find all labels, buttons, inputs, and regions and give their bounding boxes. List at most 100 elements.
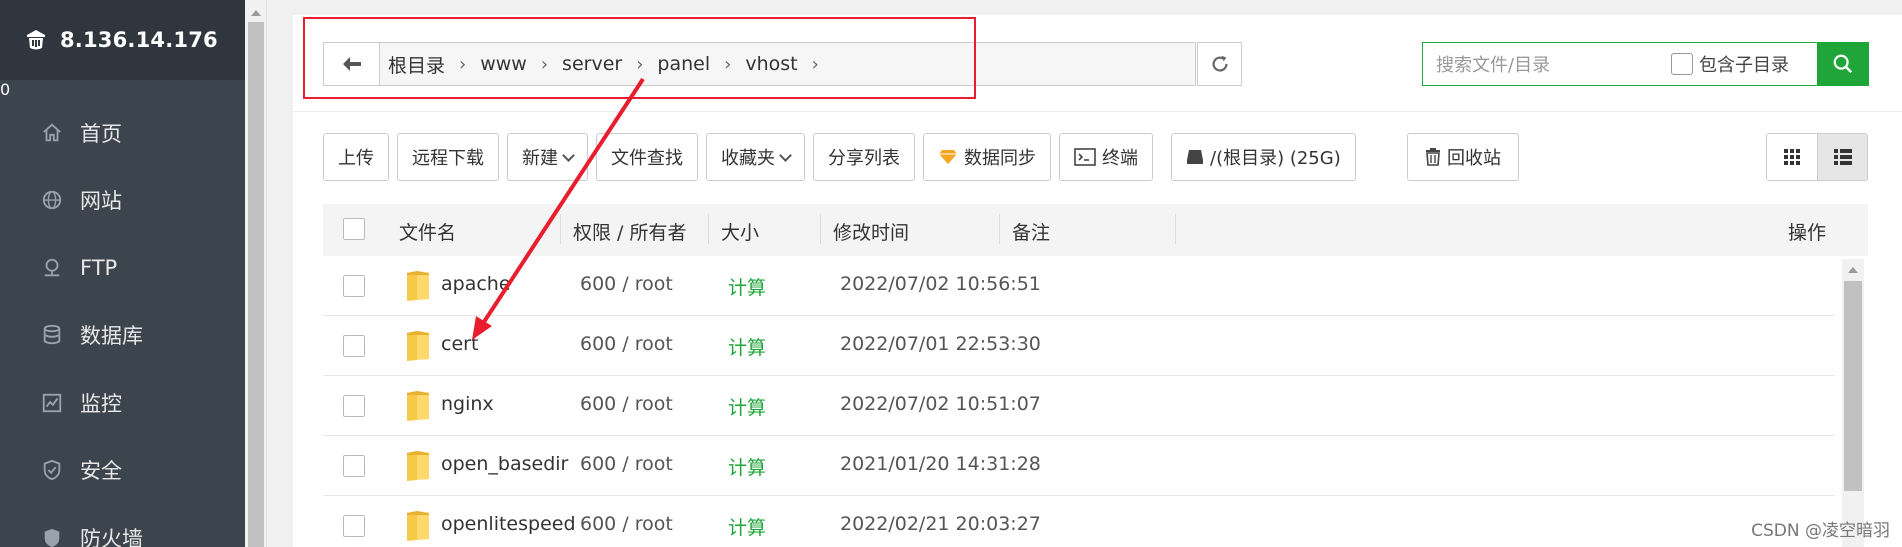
page-scrollbar[interactable] — [245, 0, 267, 547]
search-icon — [1833, 54, 1853, 74]
sidebar-item-database[interactable]: 数据库 — [0, 302, 245, 370]
table-row[interactable]: cert 600 / root 计算 2022/07/01 22:53:30 — [323, 316, 1835, 376]
terminal-icon — [1074, 148, 1096, 166]
row-checkbox[interactable] — [343, 335, 365, 357]
col-header-name[interactable]: 文件名 — [399, 218, 456, 245]
grid-view-button[interactable] — [1767, 134, 1817, 180]
disk-icon — [1187, 150, 1203, 164]
trash-icon — [1426, 148, 1440, 166]
upload-button[interactable]: 上传 — [323, 133, 389, 181]
data-sync-button[interactable]: 数据同步 — [923, 133, 1051, 181]
file-permission[interactable]: 600 / root — [580, 273, 673, 295]
file-permission[interactable]: 600 / root — [580, 333, 673, 355]
row-checkbox[interactable] — [343, 395, 365, 417]
row-checkbox[interactable] — [343, 275, 365, 297]
grid-icon — [1784, 149, 1800, 165]
refresh-button[interactable] — [1197, 42, 1242, 86]
table-row[interactable]: open_basedir 600 / root 计算 2021/01/20 14… — [323, 436, 1835, 496]
col-header-perm[interactable]: 权限 / 所有者 — [573, 218, 686, 245]
globe-icon — [42, 191, 62, 210]
file-name[interactable]: open_basedir — [441, 453, 568, 475]
file-list: apache 600 / root 计算 2022/07/02 10:56:51… — [323, 256, 1835, 547]
diamond-icon — [939, 150, 957, 164]
sidebar-item-label: 首页 — [80, 121, 122, 146]
table-header: 文件名 权限 / 所有者 大小 修改时间 备注 操作 — [323, 204, 1868, 256]
sidebar-item-label: 防火墙 — [80, 526, 143, 547]
include-subdir-checkbox[interactable] — [1671, 53, 1693, 75]
favorites-dropdown-button[interactable]: 收藏夹 — [706, 133, 805, 181]
search-box: 搜索文件/目录 包含子目录 — [1422, 42, 1869, 86]
sidebar-item-label: 监控 — [80, 391, 122, 416]
row-checkbox[interactable] — [343, 515, 365, 537]
file-mtime: 2022/07/02 10:56:51 — [840, 273, 1041, 295]
remote-download-button[interactable]: 远程下载 — [397, 133, 499, 181]
chevron-down-icon — [779, 148, 792, 162]
ftp-icon — [44, 258, 60, 276]
right-toolbar: 回收站 — [1407, 133, 1527, 181]
sidebar-item-label: 安全 — [80, 459, 122, 484]
row-checkbox[interactable] — [343, 455, 365, 477]
sidebar-item-home[interactable]: 首页 — [0, 99, 245, 167]
scrollbar-thumb[interactable] — [1844, 281, 1862, 491]
disk-button[interactable]: /(根目录) (25G) — [1171, 133, 1356, 181]
file-size-calc[interactable]: 计算 — [728, 513, 766, 540]
divider — [293, 111, 1902, 112]
file-permission[interactable]: 600 / root — [580, 513, 673, 535]
share-list-button[interactable]: 分享列表 — [813, 133, 915, 181]
recycle-bin-button[interactable]: 回收站 — [1407, 133, 1519, 181]
terminal-button[interactable]: 终端 — [1059, 133, 1153, 181]
sidebar-item-ftp[interactable]: FTP — [0, 234, 245, 302]
column-divider — [1175, 214, 1176, 244]
file-size-calc[interactable]: 计算 — [728, 333, 766, 360]
table-scrollbar[interactable] — [1842, 259, 1864, 547]
file-find-button[interactable]: 文件查找 — [596, 133, 698, 181]
scroll-up-arrow-icon[interactable] — [251, 10, 261, 16]
scrollbar-thumb[interactable] — [248, 22, 264, 547]
col-header-size[interactable]: 大小 — [721, 218, 759, 245]
server-ip: 8.136.14.176 — [60, 28, 218, 52]
sidebar-item-websites[interactable]: 网站 — [0, 167, 245, 235]
file-mtime: 2021/01/20 14:31:28 — [840, 453, 1041, 475]
new-dropdown-button[interactable]: 新建 — [507, 133, 588, 181]
file-size-calc[interactable]: 计算 — [728, 273, 766, 300]
sidebar-item-firewall[interactable]: 防火墙 — [0, 504, 245, 547]
column-divider — [708, 214, 709, 244]
scroll-up-arrow-icon[interactable] — [1848, 267, 1858, 273]
select-all-checkbox[interactable] — [343, 218, 365, 240]
sidebar-item-label: 网站 — [80, 189, 122, 214]
view-toggle — [1766, 133, 1868, 181]
shield-icon — [43, 460, 61, 481]
folder-icon — [407, 331, 429, 361]
table-row[interactable]: openlitespeed 600 / root 计算 2022/02/21 2… — [323, 496, 1835, 547]
table-row[interactable]: apache 600 / root 计算 2022/07/02 10:56:51 — [323, 256, 1835, 316]
col-header-note[interactable]: 备注 — [1012, 218, 1050, 245]
sidebar-item-monitor[interactable]: 监控 — [0, 369, 245, 437]
notification-badge[interactable]: 0 — [0, 80, 245, 99]
file-name[interactable]: cert — [441, 333, 478, 355]
file-name[interactable]: nginx — [441, 393, 494, 415]
file-size-calc[interactable]: 计算 — [728, 453, 766, 480]
search-input[interactable]: 搜索文件/目录 — [1423, 51, 1671, 77]
list-view-button[interactable] — [1817, 134, 1867, 180]
table-row[interactable]: nginx 600 / root 计算 2022/07/02 10:51:07 — [323, 376, 1835, 436]
file-mtime: 2022/02/21 20:03:27 — [840, 513, 1041, 535]
sidebar-item-label: FTP — [80, 255, 118, 280]
file-name[interactable]: openlitespeed — [441, 513, 576, 535]
home-icon — [43, 123, 61, 141]
folder-icon — [407, 451, 429, 481]
column-divider — [999, 214, 1000, 244]
col-header-mtime[interactable]: 修改时间 — [833, 218, 909, 245]
file-permission[interactable]: 600 / root — [580, 453, 673, 475]
sidebar-item-security[interactable]: 安全 — [0, 437, 245, 505]
file-permission[interactable]: 600 / root — [580, 393, 673, 415]
file-manager-panel: 根目录 › www › server › panel › vhost › 搜索文件/目录 … — [293, 15, 1902, 547]
firewall-icon — [44, 528, 60, 547]
file-mtime: 2022/07/01 22:53:30 — [840, 333, 1041, 355]
file-name[interactable]: apache — [441, 273, 511, 295]
search-button[interactable] — [1817, 42, 1869, 86]
include-subdir-label: 包含子目录 — [1699, 55, 1789, 76]
chevron-down-icon — [562, 148, 575, 162]
file-size-calc[interactable]: 计算 — [728, 393, 766, 420]
annotation-highlight-box — [303, 17, 976, 99]
list-icon — [1833, 149, 1852, 165]
